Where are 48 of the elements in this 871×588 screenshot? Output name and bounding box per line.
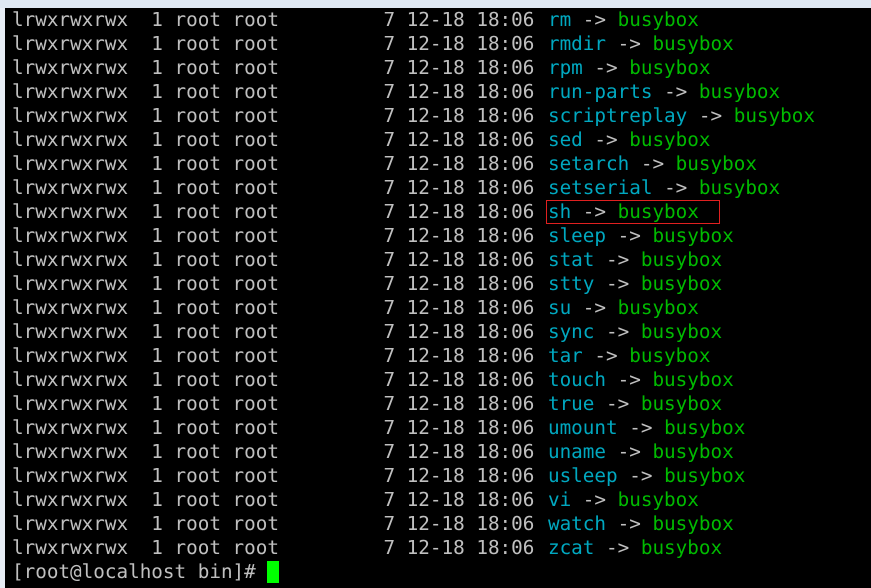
file-info-text: lrwxrwxrwx 1 root root 7 12-18 18:06 bbox=[12, 512, 534, 536]
symlink-entry: sync -> busybox bbox=[546, 320, 724, 344]
shell-prompt: [root@localhost bin]# bbox=[12, 560, 256, 584]
file-info-text: lrwxrwxrwx 1 root root 7 12-18 18:06 bbox=[12, 80, 534, 104]
file-info-text: lrwxrwxrwx 1 root root 7 12-18 18:06 bbox=[12, 536, 534, 560]
symlink-entry: su -> busybox bbox=[546, 296, 700, 320]
symlink-entry: setarch -> busybox bbox=[546, 152, 758, 176]
symlink-entry: rpm -> busybox bbox=[546, 56, 712, 80]
symlink-entry: setserial -> busybox bbox=[546, 176, 782, 200]
symlink-entry: vi -> busybox bbox=[546, 488, 700, 512]
file-info-text: lrwxrwxrwx 1 root root 7 12-18 18:06 bbox=[12, 32, 534, 56]
file-info-text: lrwxrwxrwx 1 root root 7 12-18 18:06 bbox=[12, 272, 534, 296]
symlink-entry: usleep -> busybox bbox=[546, 464, 746, 488]
symlink-entry: uname -> busybox bbox=[546, 440, 735, 464]
file-info-text: lrwxrwxrwx 1 root root 7 12-18 18:06 bbox=[12, 128, 534, 152]
symlink-entry: rmdir -> busybox bbox=[546, 32, 735, 56]
file-info-text: lrwxrwxrwx 1 root root 7 12-18 18:06 bbox=[12, 56, 534, 80]
file-info-text: lrwxrwxrwx 1 root root 7 12-18 18:06 bbox=[12, 200, 534, 224]
file-info-text: lrwxrwxrwx 1 root root 7 12-18 18:06 bbox=[12, 152, 534, 176]
symlink-entry: umount -> busybox bbox=[546, 416, 746, 440]
file-info-text: lrwxrwxrwx 1 root root 7 12-18 18:06 bbox=[12, 248, 534, 272]
symlink-entry: sleep -> busybox bbox=[546, 224, 735, 248]
file-info-text: lrwxrwxrwx 1 root root 7 12-18 18:06 bbox=[12, 176, 534, 200]
file-info-text: lrwxrwxrwx 1 root root 7 12-18 18:06 bbox=[12, 224, 534, 248]
file-info-text: lrwxrwxrwx 1 root root 7 12-18 18:06 bbox=[12, 416, 534, 440]
file-info-text: lrwxrwxrwx 1 root root 7 12-18 18:06 bbox=[12, 488, 534, 512]
symlink-entry: watch -> busybox bbox=[546, 512, 735, 536]
file-info-text: lrwxrwxrwx 1 root root 7 12-18 18:06 bbox=[12, 8, 534, 32]
file-info-text: lrwxrwxrwx 1 root root 7 12-18 18:06 bbox=[12, 368, 534, 392]
file-info-text: lrwxrwxrwx 1 root root 7 12-18 18:06 bbox=[12, 296, 534, 320]
symlink-entry: stat -> busybox bbox=[546, 248, 724, 272]
text-cursor bbox=[267, 561, 280, 583]
file-info-text: lrwxrwxrwx 1 root root 7 12-18 18:06 bbox=[12, 344, 534, 368]
file-info-text: lrwxrwxrwx 1 root root 7 12-18 18:06 bbox=[12, 320, 534, 344]
symlink-entry: sed -> busybox bbox=[546, 128, 712, 152]
file-info-text: lrwxrwxrwx 1 root root 7 12-18 18:06 bbox=[12, 104, 534, 128]
symlink-entry: tar -> busybox bbox=[546, 344, 712, 368]
file-info-text: lrwxrwxrwx 1 root root 7 12-18 18:06 bbox=[12, 392, 534, 416]
symlink-entry: stty -> busybox bbox=[546, 272, 724, 296]
file-info-text: lrwxrwxrwx 1 root root 7 12-18 18:06 bbox=[12, 464, 534, 488]
symlink-entry: sh -> busybox bbox=[546, 200, 720, 224]
symlink-entry: run-parts -> busybox bbox=[546, 80, 782, 104]
symlink-entry: rm -> busybox bbox=[546, 8, 700, 32]
symlink-entry: scriptreplay -> busybox bbox=[546, 104, 816, 128]
symlink-entry: touch -> busybox bbox=[546, 368, 735, 392]
symlink-entry: true -> busybox bbox=[546, 392, 724, 416]
file-info-text: lrwxrwxrwx 1 root root 7 12-18 18:06 bbox=[12, 440, 534, 464]
symlink-entry: zcat -> busybox bbox=[546, 536, 724, 560]
